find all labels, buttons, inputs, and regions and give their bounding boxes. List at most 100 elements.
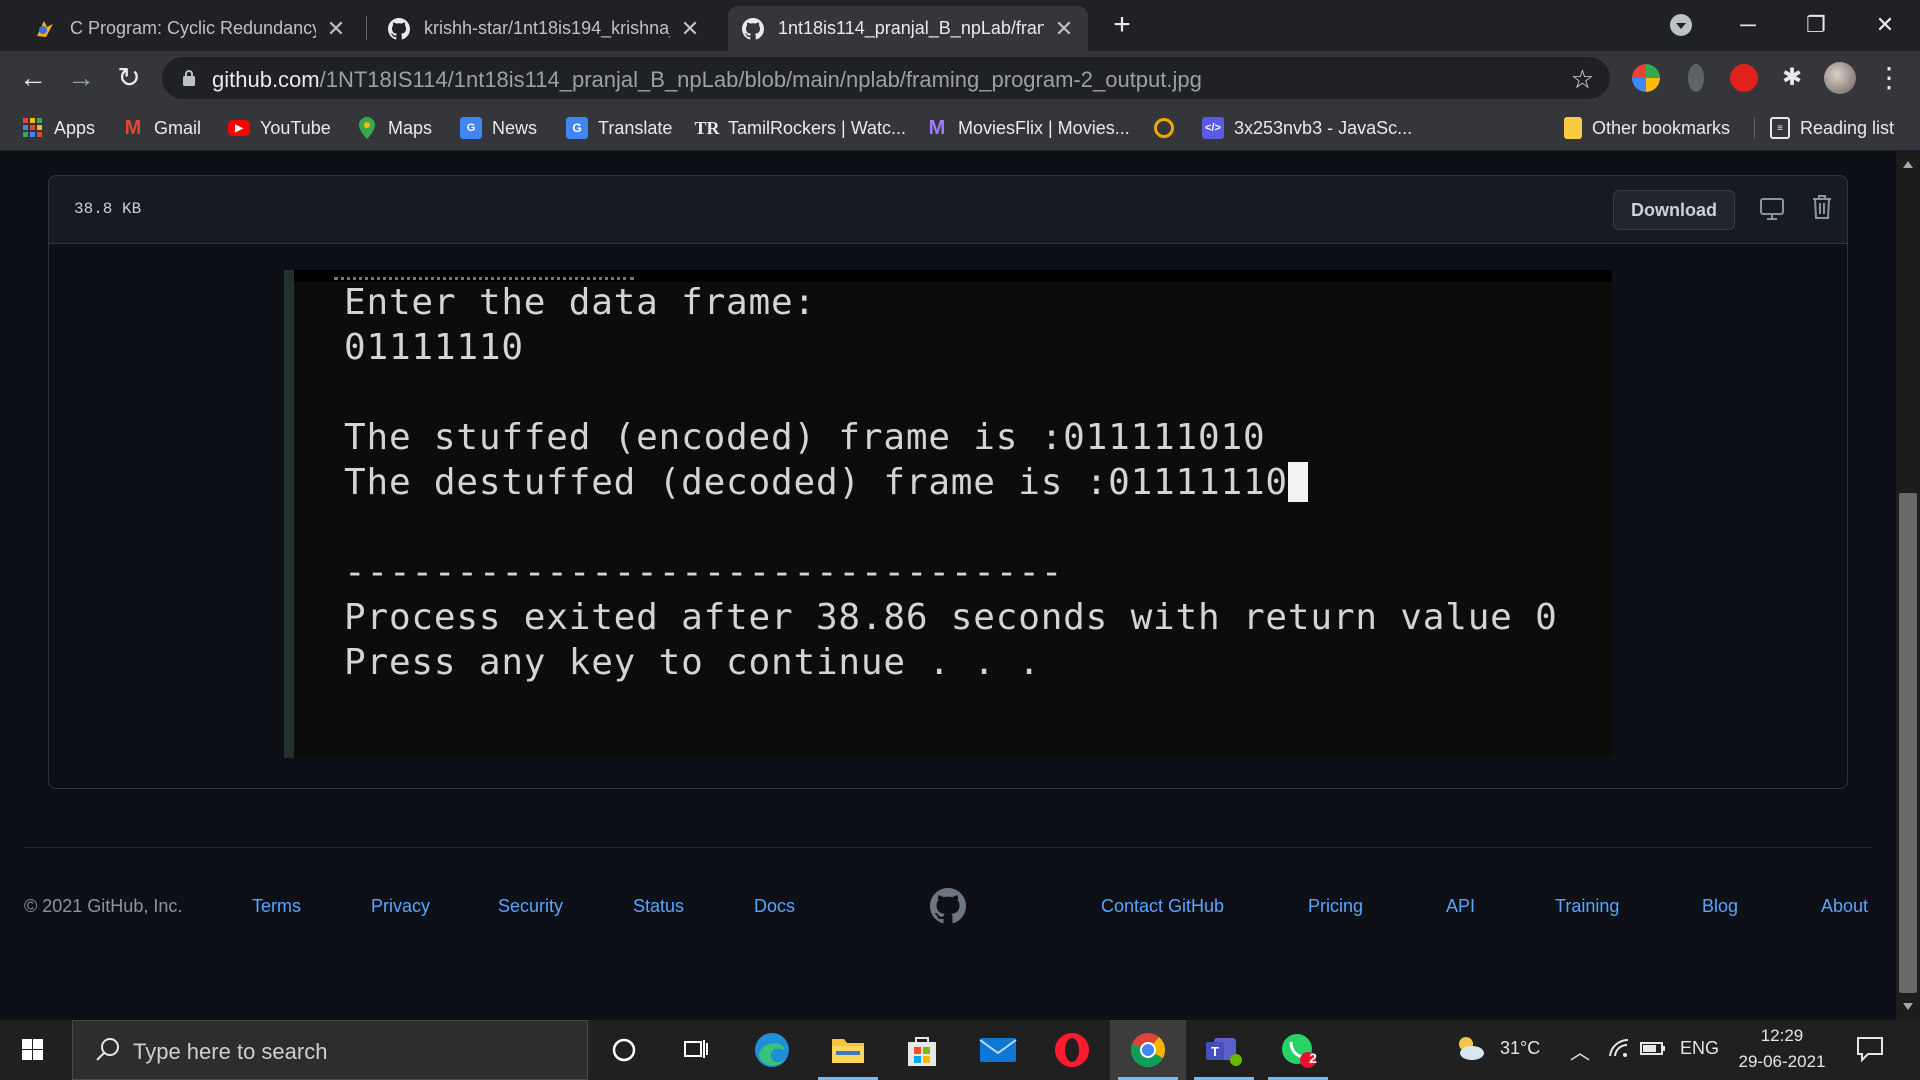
footer-link-status[interactable]: Status [633,896,684,917]
close-tab-icon[interactable]: ✕ [680,16,700,42]
lock-icon[interactable] [182,69,196,87]
moviesflix-icon: M [928,116,946,139]
news-icon: G [460,117,482,139]
github-icon [388,17,410,40]
footer-link-contact[interactable]: Contact GitHub [1101,896,1224,917]
bookmark-gmail[interactable]: M Gmail [122,113,201,143]
bookmark-tamilrockers[interactable]: TR TamilRockers | Watc... [695,113,907,143]
reading-list-label: Reading list [1800,117,1895,138]
bookmarks-bar: Apps M Gmail ▶ YouTube Maps G News G Tra… [0,105,1920,151]
url-path: /1NT18IS114/1nt18is114_pranjal_B_npLab/b… [319,67,1202,92]
bookmark-maps[interactable]: Maps [356,113,432,143]
tab-krishh-star[interactable]: krishh-star/1nt18is194_krishna_N ✕ [374,6,714,51]
tab-c-program[interactable]: C Program: Cyclic Redundancy C ✕ [20,6,360,51]
github-logo-icon[interactable] [930,888,966,924]
folder-icon [1564,117,1582,139]
bookmark-star-icon[interactable]: ☆ [1571,64,1594,95]
desktop-icon[interactable] [1759,196,1785,222]
github-page: 38.8 KB Download Enter the data frame: 0… [0,151,1896,1020]
weather-temperature[interactable]: 31°C [1500,1038,1540,1059]
extension-icon[interactable] [1688,64,1704,92]
cortana-icon[interactable] [586,1020,662,1080]
mail-icon[interactable] [960,1020,1036,1080]
clock-date[interactable]: 29-06-2021 [1732,1052,1832,1072]
terminal-line: Press any key to continue . . . [344,642,1041,683]
close-window-icon[interactable]: ✕ [1855,6,1915,44]
menu-kebab-icon[interactable]: ⋮ [1872,61,1906,95]
tab-search-icon[interactable] [1670,14,1692,36]
tab-pranjal-nplab[interactable]: 1nt18is114_pranjal_B_npLab/fran ✕ [728,6,1088,51]
footer-link-about[interactable]: About [1821,896,1868,917]
footer-link-pricing[interactable]: Pricing [1308,896,1363,917]
wifi-icon[interactable] [1608,1038,1630,1063]
github-icon [742,17,764,40]
whatsapp-icon[interactable]: 2 [1260,1020,1336,1080]
weather-icon[interactable] [1454,1034,1486,1067]
bookmark-javascript[interactable]: </> 3x253nvb3 - JavaSc... [1202,113,1412,143]
new-tab-button[interactable]: + [1108,10,1136,42]
address-bar[interactable]: github.com/1NT18IS114/1nt18is114_pranjal… [162,57,1610,99]
back-icon[interactable]: ← [16,61,50,95]
notification-center-icon[interactable] [1856,1036,1884,1062]
adblock-icon[interactable] [1730,64,1758,92]
task-view-icon[interactable] [658,1020,734,1080]
close-tab-icon[interactable]: ✕ [1054,16,1074,42]
scroll-up-arrow-icon[interactable] [1903,161,1913,168]
footer-link-privacy[interactable]: Privacy [371,896,430,917]
battery-icon[interactable] [1640,1038,1666,1063]
chrome-icon[interactable] [1110,1020,1186,1080]
microsoft-store-icon[interactable] [884,1020,960,1080]
teams-icon[interactable]: T [1186,1020,1262,1080]
windows-taskbar: Type here to search T 2 31°C ︿ ENG 12:29 [0,1020,1920,1080]
restore-icon[interactable]: ❐ [1786,6,1846,44]
bookmark-label: News [492,117,538,138]
terminal-line: 01111110 [344,327,524,368]
reload-icon[interactable]: ↻ [112,61,146,95]
opera-icon[interactable] [1034,1020,1110,1080]
scroll-down-arrow-icon[interactable] [1903,1003,1913,1010]
bookmark-unnamed[interactable] [1154,113,1184,143]
close-tab-icon[interactable]: ✕ [326,16,346,42]
file-size: 38.8 KB [74,200,142,218]
bookmark-news[interactable]: G News [460,113,537,143]
bookmark-moviesflix[interactable]: M MoviesFlix | Movies... [926,113,1130,143]
bookmark-translate[interactable]: G Translate [566,113,672,143]
download-button[interactable]: Download [1613,190,1735,230]
forward-icon[interactable]: → [64,61,98,95]
apps-grid-icon [22,117,44,139]
terminal-line: The destuffed (decoded) frame is :011111… [344,462,1288,503]
gmail-icon: M [124,116,142,139]
footer-link-blog[interactable]: Blog [1702,896,1738,917]
file-explorer-icon[interactable] [810,1020,886,1080]
tray-chevron-up-icon[interactable]: ︿ [1570,1036,1590,1065]
edge-icon[interactable] [734,1020,810,1080]
trash-icon[interactable] [1811,194,1833,220]
terminal-line-with-cursor: The destuffed (decoded) frame is :011111… [344,462,1308,503]
extension-icon[interactable] [1632,64,1660,92]
extensions-puzzle-icon[interactable]: ✱ [1778,64,1806,92]
page-scrollbar[interactable] [1896,151,1920,1020]
bookmark-apps[interactable]: Apps [22,113,95,143]
footer-link-training[interactable]: Training [1555,896,1619,917]
clock-time[interactable]: 12:29 [1740,1026,1824,1046]
file-header: 38.8 KB Download [49,176,1847,244]
terminal-line: Process exited after 38.86 seconds with … [344,597,1558,638]
footer-link-security[interactable]: Security [498,896,563,917]
footer-link-api[interactable]: API [1446,896,1475,917]
input-language[interactable]: ENG [1680,1038,1719,1059]
scrollbar-thumb[interactable] [1899,493,1917,993]
minimize-icon[interactable]: ─ [1718,6,1778,44]
search-placeholder: Type here to search [133,1039,328,1064]
other-bookmarks[interactable]: Other bookmarks [1564,113,1730,143]
url-text[interactable]: github.com/1NT18IS114/1nt18is114_pranjal… [212,67,1202,93]
bookmark-label: Maps [388,117,433,138]
bookmark-label: MoviesFlix | Movies... [958,117,1130,138]
maps-icon [356,117,378,139]
taskbar-search-box[interactable]: Type here to search [72,1020,588,1080]
reading-list[interactable]: ≡ Reading list [1770,113,1894,143]
footer-link-terms[interactable]: Terms [252,896,301,917]
profile-avatar[interactable] [1824,62,1856,94]
bookmark-youtube[interactable]: ▶ YouTube [228,113,331,143]
footer-link-docs[interactable]: Docs [754,896,795,917]
windows-start-icon[interactable] [12,1034,52,1066]
